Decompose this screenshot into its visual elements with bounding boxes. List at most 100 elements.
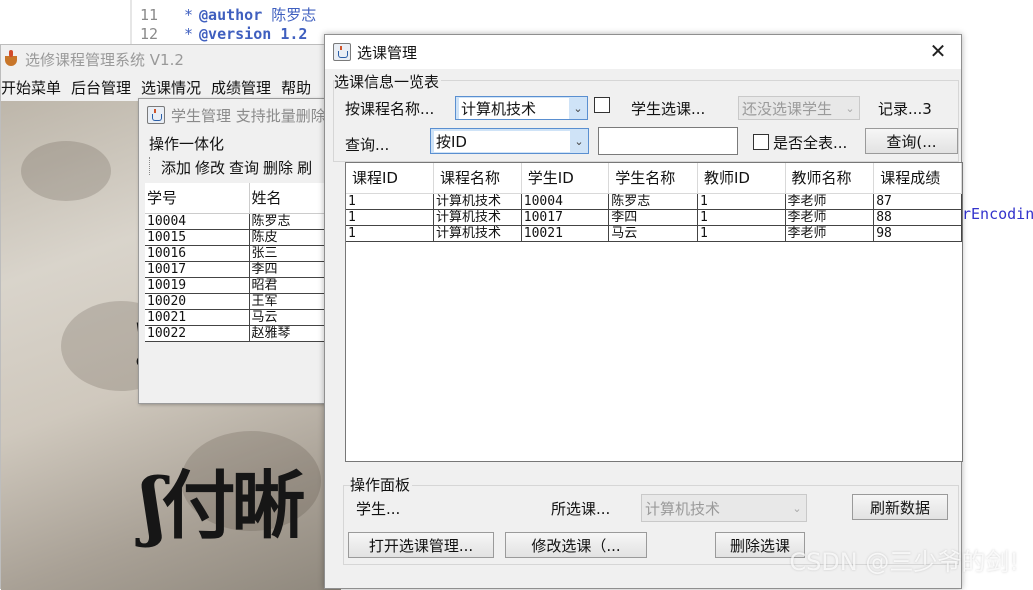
cell-student-id[interactable]: 10015 (145, 229, 250, 246)
table-row[interactable]: 10015 陈皮 (145, 229, 337, 246)
cell-student-name[interactable]: 李四 (608, 209, 698, 226)
chevron-down-icon: ⌄ (574, 134, 584, 148)
query-submit-button[interactable]: 查询(... (865, 128, 958, 154)
code-line-11: 11 * @author 陈罗志 (140, 6, 317, 24)
student-management-frame: 学生管理 支持批量删除 操作一体化 添加 修改 查询 删除 刷 学号 姓名 10… (138, 98, 338, 404)
column-header-student-id[interactable]: 学号 (145, 183, 250, 214)
info-group-title: 选课信息一览表 (334, 71, 442, 92)
cell-grade[interactable]: 98 (873, 225, 962, 242)
query-button[interactable]: 查询 (229, 157, 259, 178)
menu-start[interactable]: 开始菜单 (1, 77, 61, 98)
app-cup-icon (3, 50, 21, 68)
cell-grade[interactable]: 88 (873, 209, 962, 226)
java-cup-icon (147, 106, 165, 124)
cell-teacher-name[interactable]: 李老师 (785, 225, 875, 242)
cell-student-id[interactable]: 10021 (521, 225, 610, 242)
table-row[interactable]: 1 计算机技术 10004 陈罗志 1 李老师 87 (346, 193, 962, 210)
query-input[interactable] (598, 127, 738, 155)
cell-student-name[interactable]: 马云 (608, 225, 698, 242)
main-window-titlebar: 选修课程管理系统 V1.2 (1, 45, 339, 73)
column-header-teacher-id[interactable]: 教师ID (697, 163, 786, 194)
student-table: 学号 姓名 10004 陈罗志 10015 陈皮 10016 张三 10017 李四 1… (145, 183, 337, 342)
query-combo-value: 按ID (434, 130, 570, 152)
cell-student-name[interactable]: 陈罗志 (608, 193, 698, 210)
table-row[interactable]: 1 计算机技术 10021 马云 1 李老师 98 (346, 225, 962, 242)
by-course-label: 按课程名称... (345, 100, 435, 118)
line-number: 12 (140, 25, 159, 43)
student-frame-titlebar: 学生管理 支持批量删除 (139, 99, 337, 131)
student-select-label: 学生选课... (631, 100, 706, 118)
cell-teacher-name[interactable]: 李老师 (785, 209, 875, 226)
table-row[interactable]: 10020 王军 (145, 293, 337, 310)
javadoc-tag: @version (199, 25, 272, 43)
column-header-course-id[interactable]: 课程ID (346, 163, 435, 194)
table-row[interactable]: 10021 马云 (145, 309, 337, 326)
cell-teacher-name[interactable]: 李老师 (785, 193, 875, 210)
cell-grade[interactable]: 87 (873, 193, 962, 210)
javadoc-value: 陈罗志 (271, 6, 317, 24)
full-table-checkbox[interactable] (753, 134, 769, 150)
add-button[interactable]: 添加 (161, 157, 191, 178)
edit-button[interactable]: 修改 (195, 157, 225, 178)
column-header-student-id[interactable]: 学生ID (521, 163, 610, 194)
operation-group-label: 操作一体化 (149, 135, 225, 153)
menu-backend[interactable]: 后台管理 (71, 77, 131, 98)
course-selection-dialog: 选课管理 ✕ 选课信息一览表 按课程名称... 计算机技术 ⌄ 学生选课... … (324, 34, 963, 589)
table-row[interactable]: 10004 陈罗志 (145, 213, 337, 230)
cell-student-id[interactable]: 10017 (145, 261, 250, 278)
table-row[interactable]: 10022 赵雅琴 (145, 325, 337, 342)
student-combo[interactable]: 还没选课学生 ⌄ (738, 96, 860, 120)
refresh-data-button[interactable]: 刷新数据 (852, 494, 948, 520)
dialog-title: 选课管理 (357, 43, 418, 62)
cell-course-name[interactable]: 计算机技术 (433, 193, 522, 210)
cell-student-id[interactable]: 10016 (145, 245, 250, 262)
cell-student-id[interactable]: 10020 (145, 293, 250, 310)
table-row[interactable]: 10019 昭君 (145, 277, 337, 294)
table-row[interactable]: 10016 张三 (145, 245, 337, 262)
cell-student-id[interactable]: 10022 (145, 325, 250, 342)
menu-selection-status[interactable]: 选课情况 (141, 77, 201, 98)
column-header-teacher-name[interactable]: 教师名称 (785, 163, 875, 194)
cell-student-id[interactable]: 10021 (145, 309, 250, 326)
code-fragment: rEncoding (962, 205, 1033, 223)
open-selection-button[interactable]: 打开选课管理... (348, 532, 494, 558)
selected-course-combo[interactable]: 计算机技术 ⌄ (641, 494, 807, 522)
modify-selection-button[interactable]: 修改选课（... (505, 532, 647, 558)
course-checkbox[interactable] (594, 97, 610, 113)
cell-course-id[interactable]: 1 (346, 209, 435, 226)
refresh-button[interactable]: 刷 (297, 157, 312, 178)
query-type-combo[interactable]: 按ID ⌄ (430, 128, 589, 154)
query-label: 查询... (345, 136, 390, 154)
cell-student-id[interactable]: 10019 (145, 277, 250, 294)
column-header-grade[interactable]: 课程成绩 (873, 163, 962, 194)
cell-teacher-id[interactable]: 1 (697, 209, 786, 226)
table-row[interactable]: 10017 李四 (145, 261, 337, 278)
dialog-titlebar[interactable]: 选课管理 (325, 35, 961, 69)
cell-course-name[interactable]: 计算机技术 (433, 225, 522, 242)
toolbar-grip[interactable] (149, 157, 151, 175)
column-header-course-name[interactable]: 课程名称 (433, 163, 522, 194)
cell-course-name[interactable]: 计算机技术 (433, 209, 522, 226)
selection-table-scroll[interactable]: 课程ID 课程名称 学生ID 学生名称 教师ID 教师名称 课程成绩 1 计算机… (345, 162, 963, 462)
operation-panel-title: 操作面板 (350, 474, 413, 495)
menu-grades[interactable]: 成绩管理 (211, 77, 271, 98)
cell-course-id[interactable]: 1 (346, 193, 435, 210)
column-header-student-name[interactable]: 学生名称 (608, 163, 698, 194)
cell-student-id[interactable]: 10004 (145, 213, 250, 230)
java-cup-icon (333, 43, 351, 61)
cell-teacher-id[interactable]: 1 (697, 225, 786, 242)
javadoc-tag: @author (199, 6, 263, 24)
student-frame-title: 学生管理 支持批量删除 (171, 106, 326, 125)
line-number: 11 (140, 6, 159, 24)
table-row[interactable]: 1 计算机技术 10017 李四 1 李老师 88 (346, 209, 962, 226)
record-count-label: 记录...3 (878, 100, 932, 118)
cell-course-id[interactable]: 1 (346, 225, 435, 242)
delete-button[interactable]: 删除 (263, 157, 293, 178)
course-name-combo[interactable]: 计算机技术 ⌄ (455, 96, 588, 120)
main-window-title: 选修课程管理系统 V1.2 (25, 50, 184, 69)
cell-teacher-id[interactable]: 1 (697, 193, 786, 210)
close-icon[interactable]: ✕ (927, 41, 949, 63)
menu-help[interactable]: 帮助 (281, 77, 311, 98)
cell-student-id[interactable]: 10017 (521, 209, 610, 226)
cell-student-id[interactable]: 10004 (521, 193, 610, 210)
